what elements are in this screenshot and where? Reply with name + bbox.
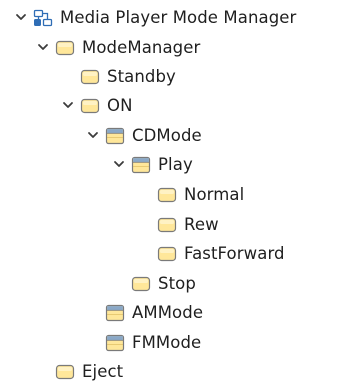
chevron-down-icon[interactable]: [36, 40, 50, 54]
chevron-down-icon[interactable]: [112, 157, 126, 171]
chevron-down-icon[interactable]: [61, 98, 75, 112]
chevron-down-icon[interactable]: [14, 10, 28, 24]
state-icon: [157, 245, 177, 263]
tree-item[interactable]: Eject: [0, 358, 354, 387]
tree-item[interactable]: Normal: [0, 181, 354, 210]
composite-state-icon: [105, 334, 125, 352]
chevron-down-icon[interactable]: [86, 128, 100, 142]
tree-item-label: ModeManager: [82, 38, 201, 57]
state-tree: Media Player Mode Manager ModeManager Stan…: [0, 0, 354, 389]
tree-item[interactable]: FMMode: [0, 329, 354, 358]
tree-item[interactable]: Standby: [0, 63, 354, 92]
composite-state-icon: [105, 304, 125, 322]
tree-item-label: Eject: [82, 362, 124, 381]
state-icon: [55, 363, 75, 381]
tree-item[interactable]: CDMode: [0, 122, 354, 151]
composite-state-icon: [105, 127, 125, 145]
tree-item-label: FMMode: [132, 333, 202, 352]
tree-item-label: Rew: [184, 215, 219, 234]
tree-item[interactable]: AMMode: [0, 299, 354, 328]
tree-item-label: FastForward: [184, 244, 285, 263]
state-icon: [157, 186, 177, 204]
tree-item-label: AMMode: [132, 303, 204, 322]
state-icon: [80, 68, 100, 86]
tree-item-label: Play: [158, 155, 193, 174]
tree-item-label: Standby: [107, 67, 176, 86]
state-machine-icon: [33, 9, 53, 27]
tree-item-label: Stop: [158, 274, 196, 293]
tree-item[interactable]: FastForward: [0, 240, 354, 269]
tree-item[interactable]: Rew: [0, 211, 354, 240]
tree-item[interactable]: ModeManager: [0, 34, 354, 63]
state-icon: [131, 275, 151, 293]
tree-item[interactable]: Stop: [0, 270, 354, 299]
tree-item-label: Normal: [184, 185, 245, 204]
state-icon: [157, 216, 177, 234]
tree-item[interactable]: Play: [0, 151, 354, 180]
tree-item[interactable]: ON: [0, 92, 354, 121]
tree-item-label: Media Player Mode Manager: [60, 8, 297, 27]
state-icon: [80, 97, 100, 115]
tree-item[interactable]: Media Player Mode Manager: [0, 4, 354, 33]
state-icon: [55, 39, 75, 57]
tree-item-label: CDMode: [132, 126, 202, 145]
composite-state-icon: [131, 156, 151, 174]
tree-item-label: ON: [107, 96, 133, 115]
